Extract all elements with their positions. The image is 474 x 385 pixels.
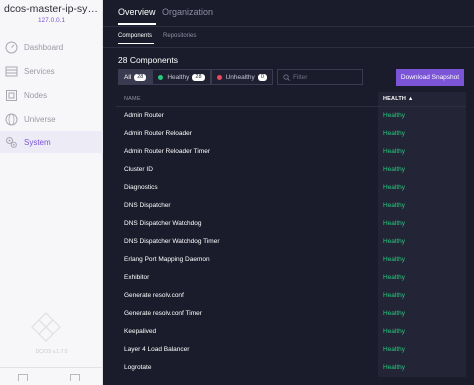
filter-all-button[interactable]: All 28 <box>118 69 153 85</box>
docs-icon[interactable] <box>18 374 28 381</box>
table-row[interactable]: DNS Dispatcher Healthy <box>116 197 466 215</box>
component-name[interactable]: DNS Dispatcher Watchdog <box>124 220 201 227</box>
table-row[interactable]: Exhibitor Healthy <box>116 269 466 287</box>
sidebar-item-label: Nodes <box>24 90 48 100</box>
sidebar-footer <box>0 367 103 385</box>
table-row[interactable]: DNS Dispatcher Watchdog Timer Healthy <box>116 233 466 251</box>
components-table: NAME HEALTH ▲ Admin Router Healthy Admin R… <box>116 92 466 377</box>
header: Overview Organization Components Reposit… <box>103 0 474 49</box>
sidebar-item-system[interactable]: System <box>0 131 103 153</box>
count-badge: 0 <box>257 73 267 81</box>
unhealthy-dot-icon <box>216 74 222 80</box>
table-row[interactable]: Logrotate Healthy <box>116 359 466 377</box>
health-status: Healthy <box>383 184 406 191</box>
health-status: Healthy <box>383 292 406 299</box>
component-name[interactable]: Layer 4 Load Balancer <box>124 346 189 353</box>
health-status: Healthy <box>383 274 406 281</box>
sidebar-item-universe[interactable]: Universe <box>0 108 103 130</box>
cluster-ip: 127.0.0.1 <box>37 17 66 24</box>
tab-organization[interactable]: Organization <box>162 7 213 17</box>
system-icon <box>5 136 18 149</box>
table-row[interactable]: Diagnostics Healthy <box>116 179 466 197</box>
column-header-health[interactable]: HEALTH ▲ <box>383 96 413 102</box>
search-icon <box>283 73 290 81</box>
component-name[interactable]: Cluster ID <box>124 166 153 173</box>
health-status: Healthy <box>383 256 406 263</box>
dashboard-icon <box>5 41 18 54</box>
health-status: Healthy <box>383 346 406 353</box>
table-row[interactable]: Admin Router Reloader Healthy <box>116 125 466 143</box>
table-row[interactable]: Erlang Port Mapping Daemon Healthy <box>116 251 466 269</box>
health-status: Healthy <box>383 310 406 317</box>
table-row[interactable]: Cluster ID Healthy <box>116 161 466 179</box>
active-tab-indicator <box>118 23 156 25</box>
table-row[interactable]: Layer 4 Load Balancer Healthy <box>116 341 466 359</box>
terminal-icon[interactable] <box>70 374 80 381</box>
component-name[interactable]: DNS Dispatcher Watchdog Timer <box>124 238 220 245</box>
nodes-icon <box>5 89 18 102</box>
tab-overview[interactable]: Overview <box>118 7 156 17</box>
health-status: Healthy <box>383 166 406 173</box>
health-status: Healthy <box>383 328 406 335</box>
health-status: Healthy <box>383 148 406 155</box>
table-row[interactable]: Generate resolv.conf Timer Healthy <box>116 305 466 323</box>
component-name[interactable]: Admin Router Reloader <box>124 130 192 137</box>
filter-label: Healthy <box>167 73 190 81</box>
universe-icon <box>5 113 18 126</box>
services-icon <box>5 65 18 78</box>
filter-unhealthy-button[interactable]: Unhealthy 0 <box>210 69 273 85</box>
table-row[interactable]: Keepalived Healthy <box>116 323 466 341</box>
filter-input[interactable] <box>293 73 353 81</box>
table-row[interactable]: Generate resolv.conf Healthy <box>116 287 466 305</box>
health-status: Healthy <box>383 202 406 209</box>
health-status: Healthy <box>383 220 406 227</box>
filter-label: All <box>124 73 132 81</box>
divider <box>103 47 474 48</box>
component-name[interactable]: Exhibitor <box>124 274 149 281</box>
active-subtab-indicator <box>118 43 154 44</box>
divider <box>103 26 474 27</box>
healthy-dot-icon <box>158 74 164 80</box>
health-status: Healthy <box>383 112 406 119</box>
component-name[interactable]: Generate resolv.conf Timer <box>124 310 202 317</box>
sidebar-item-dashboard[interactable]: Dashboard <box>0 36 103 58</box>
subtab-repositories[interactable]: Repositories <box>163 33 196 39</box>
sidebar-item-label: Universe <box>24 114 56 124</box>
count-badge: 28 <box>134 73 147 81</box>
component-name[interactable]: Admin Router Reloader Timer <box>124 148 210 155</box>
filter-field[interactable] <box>277 69 363 85</box>
version-label: DC/OS v.1.7.0 <box>35 349 68 355</box>
table-body: Admin Router Healthy Admin Router Reloader… <box>116 107 466 377</box>
sidebar-item-services[interactable]: Services <box>0 60 103 82</box>
component-name[interactable]: Generate resolv.conf <box>124 292 184 299</box>
component-name[interactable]: Erlang Port Mapping Daemon <box>124 256 210 263</box>
cluster-name[interactable]: dcos-master-ip-sysops... <box>4 3 100 15</box>
health-status: Healthy <box>383 364 406 371</box>
column-header-name[interactable]: NAME <box>124 96 141 102</box>
component-name[interactable]: Keepalived <box>124 328 156 335</box>
health-filter-group: All 28 Healthy 28 Unhealthy 0 <box>118 69 273 85</box>
count-badge: 28 <box>192 73 205 81</box>
sidebar-item-label: System <box>24 137 51 147</box>
table-row[interactable]: Admin Router Healthy <box>116 107 466 125</box>
filter-healthy-button[interactable]: Healthy 28 <box>152 69 211 85</box>
component-name[interactable]: Admin Router <box>124 112 164 119</box>
table-row[interactable]: Admin Router Reloader Timer Healthy <box>116 143 466 161</box>
sidebar-item-label: Services <box>24 66 55 76</box>
health-status: Healthy <box>383 238 406 245</box>
component-name[interactable]: Logrotate <box>124 364 151 371</box>
table-row[interactable]: DNS Dispatcher Watchdog Healthy <box>116 215 466 233</box>
dcos-logo-icon <box>31 312 61 342</box>
page-title: 28 Components <box>118 55 179 65</box>
health-status: Healthy <box>383 130 406 137</box>
component-name[interactable]: Diagnostics <box>124 184 158 191</box>
table-header: NAME HEALTH ▲ <box>116 92 466 107</box>
download-snapshot-button[interactable]: Download Snapshot <box>396 69 464 86</box>
subtab-components[interactable]: Components <box>118 33 152 39</box>
sidebar-item-nodes[interactable]: Nodes <box>0 84 103 106</box>
filter-label: Unhealthy <box>225 73 255 81</box>
sidebar-item-label: Dashboard <box>24 42 64 52</box>
component-name[interactable]: DNS Dispatcher <box>124 202 171 209</box>
sidebar: dcos-master-ip-sysops... 127.0.0.1 Dashb… <box>0 0 103 385</box>
